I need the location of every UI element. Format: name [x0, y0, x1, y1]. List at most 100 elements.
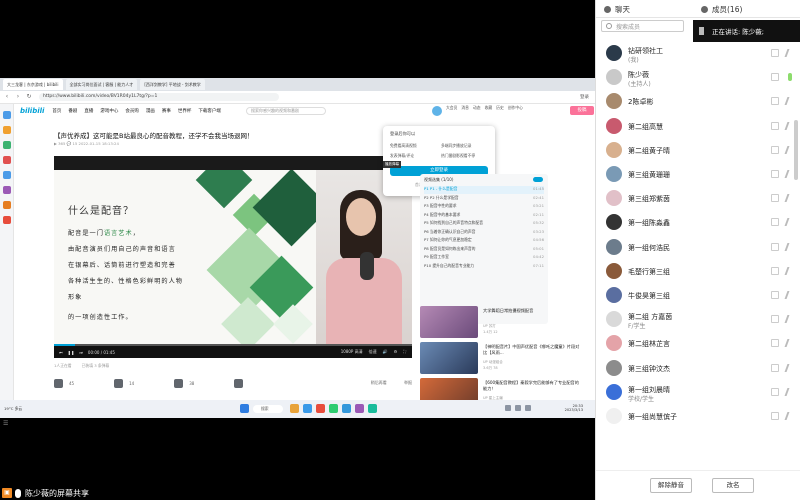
member-row[interactable]: 第一组何浩民	[596, 236, 800, 258]
member-row[interactable]: 第一组陈淼鑫	[596, 211, 800, 233]
site-logo[interactable]: bilibili	[20, 107, 44, 115]
microphone-off-icon[interactable]	[784, 242, 796, 251]
weather-widget[interactable]: 19°C 多云	[4, 406, 22, 412]
camera-off-icon[interactable]	[771, 97, 779, 106]
next-icon[interactable]: ⏭	[79, 350, 83, 355]
header-link[interactable]: 消息	[461, 105, 469, 111]
microphone-off-icon[interactable]	[784, 218, 796, 227]
nav-link[interactable]: 首页	[52, 108, 61, 114]
header-link[interactable]: 动态	[473, 105, 481, 111]
microphone-off-icon[interactable]	[784, 315, 796, 324]
nav-link[interactable]: 会员购	[125, 108, 139, 114]
dock-app-icon[interactable]	[2, 201, 11, 209]
dock-app-icon[interactable]	[2, 126, 11, 134]
rename-button[interactable]: 改名	[712, 478, 754, 493]
browser-login[interactable]: 登录	[580, 94, 589, 100]
camera-off-icon[interactable]	[771, 73, 779, 82]
nav-link[interactable]: 直播	[84, 108, 93, 114]
speed-select[interactable]: 倍速	[369, 349, 377, 355]
dock-app-icon[interactable]	[2, 156, 11, 164]
settings-icon[interactable]: ⚙	[394, 349, 398, 355]
camera-off-icon[interactable]	[771, 339, 779, 348]
coin-button[interactable]: 14	[114, 378, 134, 388]
dock-app-icon[interactable]	[2, 141, 11, 149]
quality-select[interactable]: 1080P 高清	[341, 349, 363, 355]
camera-off-icon[interactable]	[771, 121, 779, 130]
tab-chat[interactable]: 聊天	[596, 0, 693, 18]
member-row[interactable]: 第一组刘晨晴 学校/学生	[596, 381, 800, 403]
watch-later-link[interactable]: 稍后再看	[371, 380, 387, 385]
recommended-video[interactable]: 大学舞蹈日常拍摄视频配音 UP 苏打 1.4万 12	[420, 306, 590, 340]
header-link[interactable]: 收藏	[485, 105, 493, 111]
url-field[interactable]: https://www.bilibili.com/video/BV1R04y1L…	[39, 93, 279, 101]
header-link[interactable]: 大会员	[446, 105, 457, 111]
camera-off-icon[interactable]	[771, 145, 779, 154]
camera-off-icon[interactable]	[771, 291, 779, 299]
nav-link[interactable]: 赛事	[162, 108, 171, 114]
microphone-off-icon[interactable]	[784, 412, 796, 420]
member-search-input[interactable]: 搜索成员	[601, 20, 684, 32]
member-row[interactable]: 第二组 方嘉茵 F/学生	[596, 308, 800, 330]
member-row[interactable]: 2陈卓彬	[596, 90, 800, 112]
upload-button[interactable]: 投稿	[570, 106, 594, 115]
camera-off-icon[interactable]	[771, 194, 779, 203]
autoplay-toggle[interactable]	[533, 177, 543, 182]
camera-off-icon[interactable]	[771, 170, 779, 178]
microphone-off-icon[interactable]	[784, 363, 796, 372]
browser-icon[interactable]	[303, 404, 312, 413]
pause-icon[interactable]: ❚❚	[68, 350, 75, 355]
dock-app-icon[interactable]	[2, 111, 11, 119]
episode-item[interactable]: P7 如何让你的气息更加稳定 04:56	[424, 237, 544, 245]
back-icon[interactable]: ‹	[3, 93, 11, 101]
like-button[interactable]: 45	[54, 378, 74, 388]
episode-item[interactable]: P8 配音员是如何练出来声音的 05:01	[424, 246, 544, 254]
report-link[interactable]: 举报	[404, 380, 412, 385]
fullscreen-icon[interactable]: ⛶	[403, 349, 406, 355]
episode-item[interactable]: P3 配音中性的要求 03:21	[424, 203, 544, 211]
app-icon[interactable]	[355, 404, 364, 413]
system-clock[interactable]: 20:33 2023/3/13	[565, 404, 583, 412]
app-icon[interactable]	[329, 404, 338, 413]
member-row[interactable]: 陈少薇 (主持人)	[596, 66, 800, 88]
episode-item[interactable]: P9 配音工作室 04:42	[424, 254, 544, 262]
speaker-icon[interactable]	[525, 405, 531, 411]
nav-link[interactable]: 漫画	[146, 108, 155, 114]
app-icon[interactable]	[368, 404, 377, 413]
unmute-all-button[interactable]: 解除静音	[650, 478, 692, 493]
volume-icon[interactable]: 🔊	[383, 349, 388, 355]
favorite-button[interactable]: 38	[174, 378, 194, 388]
camera-off-icon[interactable]	[771, 363, 779, 372]
episode-item[interactable]: P4 配音中的基本要求 02:11	[424, 212, 544, 220]
microphone-off-icon[interactable]	[784, 339, 796, 348]
microphone-off-icon[interactable]	[784, 387, 796, 396]
microphone-off-icon[interactable]	[784, 49, 796, 57]
camera-off-icon[interactable]	[771, 242, 779, 251]
folder-icon[interactable]	[290, 404, 299, 413]
episode-item[interactable]: P1 P1 - 什么是配音 01:45	[424, 186, 544, 194]
browser-tab[interactable]: 全部实习岗位面试 | 客服 | 能力人才	[65, 79, 138, 90]
member-row[interactable]: 第三组黄珊珊	[596, 163, 800, 185]
browser-tab[interactable]: [西洋剑教学] 平地战 - 剑术教学	[140, 79, 205, 90]
member-row[interactable]: 第二组林芷言	[596, 332, 800, 354]
tab-members[interactable]: 成员(16)	[693, 0, 800, 18]
video-player[interactable]: 什么是配音？ 配音是一门语言艺术， 由配音演员们用自己的声音和语言 在银幕后、话…	[54, 156, 412, 358]
user-avatar[interactable]	[432, 106, 442, 116]
menu-icon[interactable]: ☰	[3, 420, 8, 427]
app-icon[interactable]	[342, 404, 351, 413]
member-row[interactable]: 第三组钟汶杰	[596, 357, 800, 379]
nav-link[interactable]: 世界杯	[178, 108, 192, 114]
microphone-off-icon[interactable]	[784, 291, 796, 299]
camera-off-icon[interactable]	[771, 49, 779, 57]
member-row[interactable]: 第二组黄子晴	[596, 139, 800, 161]
taskbar-search[interactable]: 搜索	[253, 405, 283, 413]
member-row[interactable]: 第二组高慧	[596, 115, 800, 137]
nav-link[interactable]: 番剧	[68, 108, 77, 114]
dock-app-icon[interactable]	[2, 186, 11, 194]
microphone-off-icon[interactable]	[784, 266, 796, 275]
camera-off-icon[interactable]	[771, 266, 779, 275]
previous-icon[interactable]: ⏮	[59, 350, 63, 355]
nav-link[interactable]: 下载客户端	[198, 108, 221, 114]
wifi-icon[interactable]	[515, 405, 521, 411]
episode-item[interactable]: P2 P2 什么是学配音 02:41	[424, 195, 544, 203]
refresh-icon[interactable]: ↻	[25, 93, 33, 101]
